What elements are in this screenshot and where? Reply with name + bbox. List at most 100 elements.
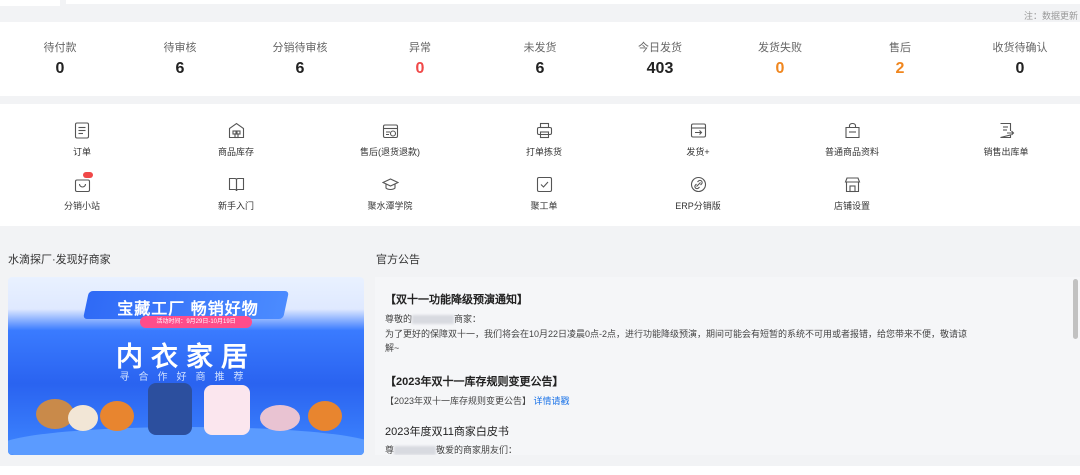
- section-title-announcement: 官方公告: [376, 254, 420, 266]
- notice-body: 为了更好的保障双十一，我们将会在10月22日凌晨0点-2点，进行功能降级预演，期…: [385, 329, 968, 339]
- stat-value: 6: [535, 60, 545, 77]
- shop-bag-icon: [73, 172, 93, 193]
- notice-title[interactable]: 【双十一功能降级预演通知】: [385, 291, 528, 307]
- stat-receipt-pending[interactable]: 收货待确认 0: [960, 22, 1080, 96]
- shortcut-guide[interactable]: 新手入门: [181, 175, 291, 211]
- plush-toy-icon: [308, 401, 342, 431]
- shortcut-aftersale[interactable]: 售后(退货退款): [335, 121, 445, 157]
- new-badge-icon: [83, 172, 93, 178]
- outbound-doc-icon: [997, 121, 1015, 139]
- stat-shipped-today[interactable]: 今日发货 403: [600, 22, 720, 96]
- section-title-factory: 水滴探厂·发现好商家: [8, 254, 111, 266]
- shortcut-dist-shop[interactable]: 分销小站: [27, 172, 137, 211]
- notice-greeting: 尊敬的 商家：: [385, 312, 481, 326]
- shortcut-label: 店铺设置: [833, 201, 870, 211]
- shortcut-label: 聚工单: [530, 201, 558, 211]
- store-icon: [843, 175, 861, 193]
- promo-banner[interactable]: 宝藏工厂 畅销好物 活动时间：9月29日-10月19日 内衣家居 寻合作好商推荐: [8, 277, 364, 455]
- stat-value: 0: [1015, 60, 1025, 77]
- notice-body: 【2023年双十一库存规则变更公告】 详情请戳: [385, 394, 570, 408]
- notice-title[interactable]: 【2023年双十一库存规则变更公告】: [385, 373, 563, 389]
- shortcut-erp[interactable]: ERP分销版: [643, 175, 753, 211]
- detail-link[interactable]: 详情请戳: [534, 396, 570, 406]
- shortcut-academy[interactable]: 聚水潭学院: [335, 175, 445, 211]
- shortcut-label: 售后(退货退款): [360, 147, 420, 157]
- warehouse-icon: [227, 121, 245, 139]
- stat-pending-payment[interactable]: 待付款 0: [0, 22, 120, 96]
- pajama-icon: [148, 383, 192, 435]
- goods-bag-icon: [843, 121, 861, 139]
- redacted-name: [394, 446, 437, 455]
- graduation-cap-icon: [381, 175, 399, 193]
- stat-value: 6: [175, 60, 185, 77]
- shortcut-label: 分销小站: [63, 201, 100, 211]
- shortcut-label: 订单: [72, 147, 91, 157]
- stat-unshipped[interactable]: 未发货 6: [480, 22, 600, 96]
- top-bar: 注：数据更新: [0, 0, 1080, 22]
- stat-value: 6: [295, 60, 305, 77]
- shortcut-work-order[interactable]: 聚工单: [489, 175, 599, 211]
- link-icon: [689, 175, 707, 193]
- notice-body-prefix: 尊: [385, 445, 395, 455]
- notice-body: 尊 敬爱的商家朋友们：: [385, 443, 517, 455]
- banner-date: 活动时间：9月29日-10月19日: [140, 316, 252, 328]
- stat-label: 售后: [889, 42, 911, 54]
- notice-body-cont: 解~: [385, 343, 400, 353]
- stat-value: 0: [415, 60, 425, 77]
- notice-greeting-suffix: 商家：: [454, 314, 482, 324]
- shortcut-label: 商品库存: [217, 147, 254, 157]
- top-tab-strip: [0, 0, 60, 6]
- stat-label: 分销待审核: [272, 42, 328, 54]
- stat-label: 待审核: [163, 42, 197, 54]
- shortcut-label: ERP分销版: [675, 201, 721, 211]
- shortcut-label: 销售出库单: [983, 147, 1029, 157]
- bottom-strip: [0, 466, 1080, 475]
- stat-pending-review[interactable]: 待审核 6: [120, 22, 240, 96]
- stat-label: 今日发货: [638, 42, 682, 54]
- stat-after-sale[interactable]: 售后 2: [840, 22, 960, 96]
- shortcut-label: 发货+: [686, 147, 710, 157]
- pajama-icon: [204, 385, 250, 435]
- shortcut-label: 新手入门: [217, 201, 254, 211]
- data-update-note: 注：数据更新: [1023, 11, 1078, 21]
- shortcut-store[interactable]: 店铺设置: [797, 175, 907, 211]
- scrollbar[interactable]: [1073, 279, 1078, 339]
- shortcut-label: 打单拣货: [525, 147, 562, 157]
- announcement-panel: 【双十一功能降级预演通知】 尊敬的 商家： 为了更好的保障双十一，我们将会在10月…: [375, 277, 1080, 455]
- redacted-name: [412, 315, 455, 325]
- plush-toy-icon: [68, 405, 98, 431]
- plush-toy-icon: [100, 401, 134, 431]
- notice-greeting-prefix: 尊敬的: [385, 314, 413, 324]
- order-list-icon: [73, 121, 91, 139]
- notice-body-text: 【2023年双十一库存规则变更公告】: [385, 396, 532, 406]
- checkbox-icon: [535, 175, 553, 193]
- printer-icon: [535, 121, 553, 139]
- stat-label: 收货待确认: [992, 42, 1048, 54]
- stat-abnormal[interactable]: 异常 0: [360, 22, 480, 96]
- shortcut-pick[interactable]: 打单拣货: [489, 121, 599, 157]
- stat-distribution-review[interactable]: 分销待审核 6: [240, 22, 360, 96]
- shortcut-ship[interactable]: 发货+: [643, 121, 753, 157]
- notice-title[interactable]: 2023年度双11商家白皮书: [385, 423, 509, 439]
- shortcut-inventory[interactable]: 商品库存: [181, 121, 291, 157]
- shortcut-goods[interactable]: 普通商品资料: [797, 121, 907, 157]
- stat-value: 403: [646, 60, 674, 77]
- shortcut-label: 普通商品资料: [824, 147, 879, 157]
- slipper-icon: [260, 405, 300, 431]
- stat-ship-failed[interactable]: 发货失败 0: [720, 22, 840, 96]
- stat-label: 发货失败: [758, 42, 802, 54]
- shipping-card-icon: [689, 121, 707, 139]
- shortcut-outbound[interactable]: 销售出库单: [951, 121, 1061, 157]
- stat-label: 异常: [409, 42, 431, 54]
- stat-label: 待付款: [43, 42, 77, 54]
- shortcut-label: 聚水潭学院: [367, 201, 413, 211]
- notice-body-suffix: 敬爱的商家朋友们：: [436, 445, 518, 455]
- stat-value: 0: [775, 60, 785, 77]
- shortcut-order[interactable]: 订单: [27, 121, 137, 157]
- book-icon: [227, 175, 245, 193]
- top-divider: [66, 0, 1080, 4]
- stat-value: 2: [895, 60, 905, 77]
- order-stats-panel: 待付款 0 待审核 6 分销待审核 6 异常 0 未发货 6 今日发货 403 …: [0, 22, 1080, 96]
- banner-subtitle: 寻合作好商推荐: [119, 372, 253, 383]
- stat-value: 0: [55, 60, 65, 77]
